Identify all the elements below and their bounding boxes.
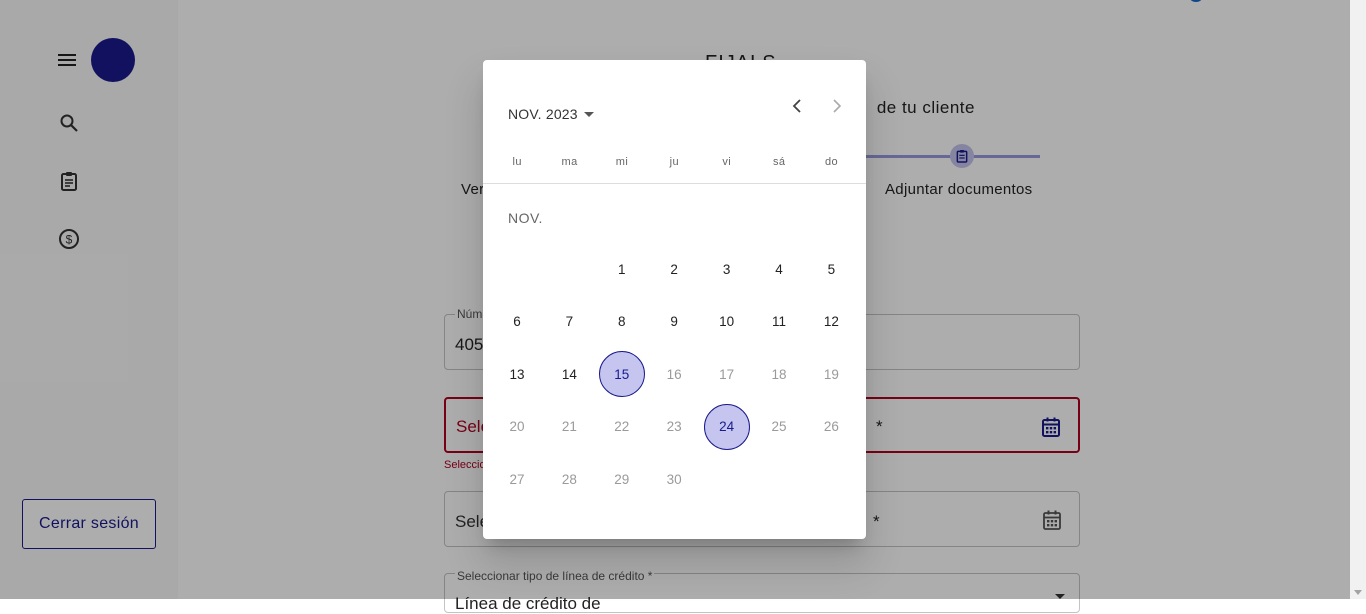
weekday-label: ma <box>561 156 578 168</box>
weekday-label: do <box>825 156 839 168</box>
calendar-day: 23 <box>666 419 682 434</box>
scroll-down-arrow-icon[interactable] <box>1354 590 1362 595</box>
header-divider <box>483 183 866 184</box>
calendar-day: 29 <box>614 471 630 487</box>
month-label: NOV. <box>508 210 543 226</box>
period-toggle-button[interactable]: NOV. 2023 <box>508 102 594 126</box>
scrollbar[interactable] <box>1350 0 1366 599</box>
calendar-day: 30 <box>666 471 682 487</box>
period-label: NOV. 2023 <box>508 106 578 122</box>
calendar-day[interactable]: 7 <box>546 299 592 345</box>
caret-down-icon <box>583 111 594 117</box>
calendar-day[interactable]: 10 <box>704 299 750 345</box>
calendar-day[interactable]: 14 <box>546 351 592 397</box>
calendar-day: 20 <box>509 419 525 434</box>
calendar-day: 17 <box>719 366 735 382</box>
chevron-left-icon[interactable] <box>787 96 807 116</box>
calendar-day[interactable]: 11 <box>756 299 802 345</box>
calendar-day[interactable]: 9 <box>651 299 697 345</box>
calendar-day[interactable]: 1 <box>599 246 645 292</box>
calendar-day[interactable]: 12 <box>808 299 854 345</box>
calendar-day: 25 <box>771 419 787 434</box>
calendar-day[interactable]: 13 <box>494 351 540 397</box>
calendar-day: 26 <box>823 419 839 434</box>
calendar-day[interactable]: 5 <box>808 246 854 292</box>
calendar-day[interactable]: 3 <box>704 246 750 292</box>
calendar-day[interactable]: 4 <box>756 246 802 292</box>
calendar-day: 16 <box>666 366 682 382</box>
calendar-day[interactable]: 6 <box>494 299 540 345</box>
calendar-day: 21 <box>561 419 577 434</box>
datepicker-dialog: NOV. 2023 lu ma mi ju vi sá do NOV. 1234… <box>483 60 866 539</box>
calendar-day-selected[interactable]: 15 <box>598 351 645 397</box>
calendar-day[interactable]: 8 <box>599 299 645 345</box>
weekday-label: vi <box>722 156 732 168</box>
calendar-day: 22 <box>614 419 630 434</box>
chevron-right-icon[interactable] <box>827 96 847 116</box>
calendar-day: 18 <box>771 366 787 382</box>
weekday-label: sá <box>772 156 786 168</box>
weekday-header: lu ma mi ju vi sá do <box>491 156 858 168</box>
weekday-label: ju <box>669 156 680 168</box>
calendar-day[interactable]: 2 <box>651 246 697 292</box>
weekday-label: lu <box>512 156 522 168</box>
calendar-day: 28 <box>561 471 577 487</box>
weekday-label: mi <box>615 156 629 168</box>
calendar-day-selected[interactable]: 24 <box>703 403 750 450</box>
calendar-day: 27 <box>509 471 525 487</box>
calendar-day: 19 <box>823 366 839 382</box>
